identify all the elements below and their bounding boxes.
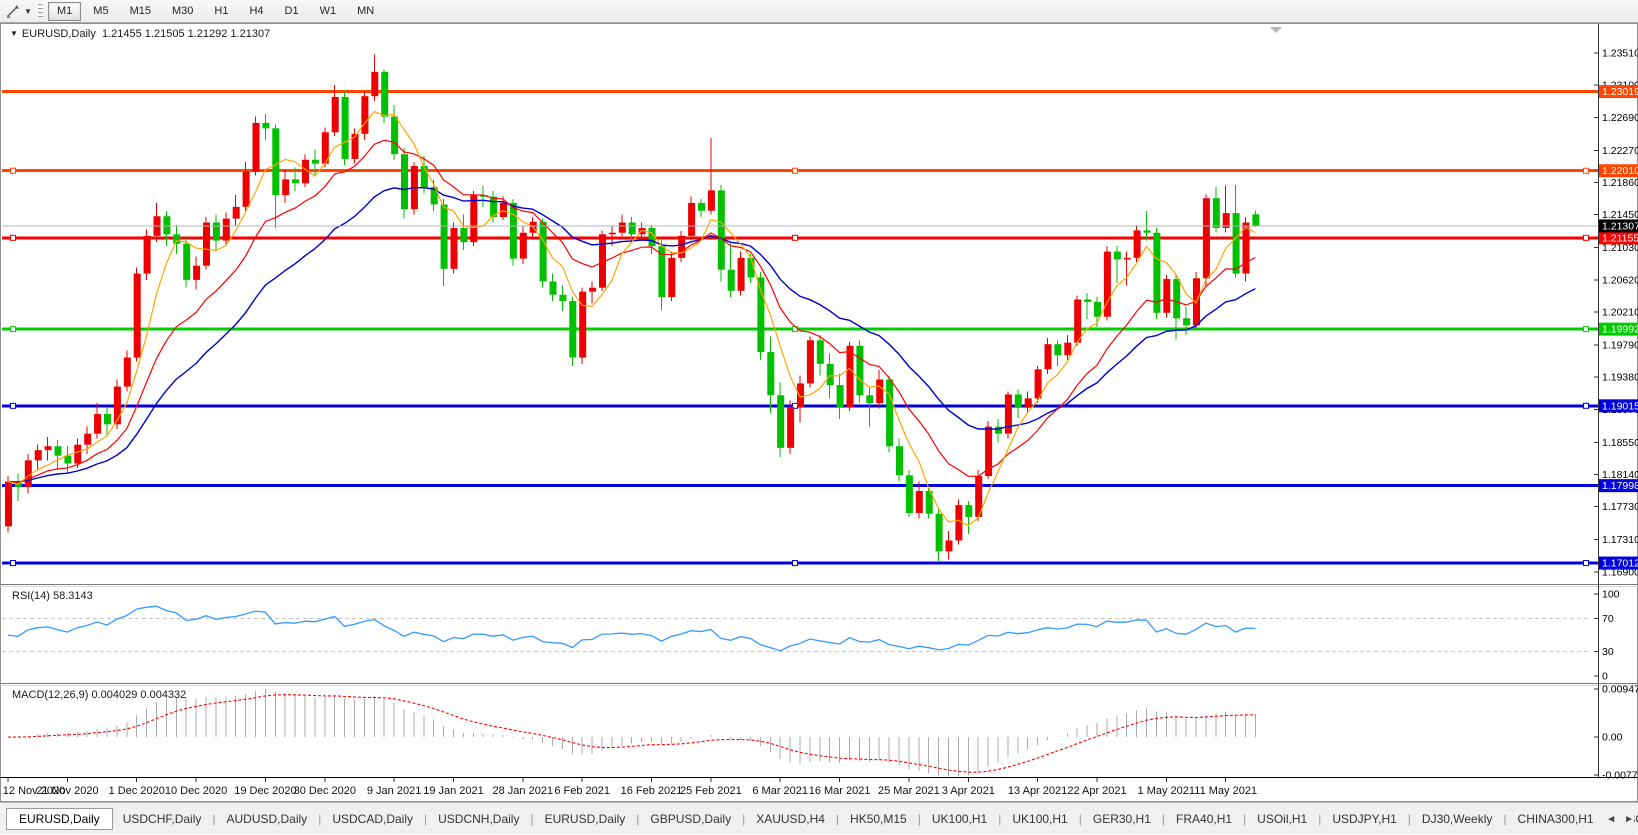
chart-tabs-bar: EURUSD,DailyUSDCHF,Daily|AUDUSD,Daily|US… [0, 802, 1638, 834]
line-studies-icon[interactable] [4, 3, 22, 19]
svg-text:0: 0 [1602, 671, 1608, 683]
svg-text:25 Mar 2021: 25 Mar 2021 [878, 785, 940, 797]
svg-text:1.23019: 1.23019 [1602, 86, 1638, 98]
svg-text:1.23510: 1.23510 [1602, 48, 1638, 60]
svg-text:1.18550: 1.18550 [1602, 437, 1638, 449]
svg-text:16 Feb 2021: 16 Feb 2021 [621, 785, 683, 797]
svg-text:0.009478: 0.009478 [1602, 683, 1638, 695]
svg-text:1.19015: 1.19015 [1602, 400, 1638, 412]
svg-text:28 Jan 2021: 28 Jan 2021 [493, 785, 554, 797]
svg-text:1.21307: 1.21307 [1602, 220, 1638, 232]
chart-tab-5[interactable]: EURUSD,Daily [535, 808, 636, 830]
svg-text:1.22270: 1.22270 [1602, 145, 1638, 157]
svg-text:11 May 2021: 11 May 2021 [1194, 785, 1257, 797]
chart-tab-14[interactable]: USDJPY,H1 [1322, 808, 1406, 830]
chart-tab-12[interactable]: FRA40,H1 [1166, 808, 1242, 830]
svg-text:1.20210: 1.20210 [1602, 307, 1638, 319]
svg-text:0.00: 0.00 [1602, 732, 1623, 744]
tab-scroll-left-icon[interactable]: ◄ [1606, 814, 1616, 825]
dropdown-caret-icon[interactable]: ▼ [22, 7, 34, 16]
timeframe-button-d1[interactable]: D1 [276, 2, 308, 21]
svg-text:1.22690: 1.22690 [1602, 112, 1638, 124]
chart-tab-11[interactable]: GER30,H1 [1083, 808, 1161, 830]
timeframe-button-m1[interactable]: M1 [48, 2, 81, 21]
chart-tab-10[interactable]: UK100,H1 [1002, 808, 1077, 830]
chart-tab-15[interactable]: DJ30,Weekly [1412, 808, 1502, 830]
chart-tab-6[interactable]: GBPUSD,Daily [640, 808, 741, 830]
chart-tab-9[interactable]: UK100,H1 [922, 808, 997, 830]
chart-tabs: EURUSD,DailyUSDCHF,Daily|AUDUSD,Daily|US… [6, 808, 1638, 830]
chart-canvas[interactable]: 1.235101.231001.226901.222701.218601.214… [0, 23, 1638, 802]
svg-text:19 Jan 2021: 19 Jan 2021 [423, 785, 484, 797]
svg-text:16 Mar 2021: 16 Mar 2021 [809, 785, 871, 797]
svg-text:22 Apr 2021: 22 Apr 2021 [1067, 785, 1126, 797]
svg-text:19 Dec 2020: 19 Dec 2020 [234, 785, 296, 797]
svg-text:9 Jan 2021: 9 Jan 2021 [367, 785, 421, 797]
chart-title-text: EURUSD,Daily 1.21455 1.21505 1.21292 1.2… [22, 28, 270, 40]
timeframe-button-w1[interactable]: W1 [311, 2, 346, 21]
svg-text:1.21155: 1.21155 [1602, 232, 1638, 244]
svg-text:1 Dec 2020: 1 Dec 2020 [109, 785, 165, 797]
chart-tab-7[interactable]: XAUUSD,H4 [746, 808, 835, 830]
svg-text:3 Apr 2021: 3 Apr 2021 [942, 785, 995, 797]
svg-text:1.20620: 1.20620 [1602, 274, 1638, 286]
svg-text:1.19992: 1.19992 [1602, 324, 1638, 336]
timeframe-button-mn[interactable]: MN [348, 2, 383, 21]
svg-text:1.19790: 1.19790 [1602, 339, 1638, 351]
chart-tab-4[interactable]: USDCNH,Daily [428, 808, 529, 830]
timeframe-button-h1[interactable]: H1 [205, 2, 237, 21]
rsi-indicator-label: RSI(14) 58.3143 [12, 590, 93, 602]
svg-text:1.22010: 1.22010 [1602, 165, 1638, 177]
svg-text:21 Nov 2020: 21 Nov 2020 [36, 785, 98, 797]
svg-text:10 Dec 2020: 10 Dec 2020 [165, 785, 227, 797]
timeframe-button-m15[interactable]: M15 [121, 2, 160, 21]
timeframe-button-m30[interactable]: M30 [163, 2, 202, 21]
timeframe-button-m5[interactable]: M5 [84, 2, 117, 21]
macd-indicator-label: MACD(12,26,9) 0.004029 0.004332 [12, 689, 186, 701]
timeframe-buttons: M1M5M15M30H1H4D1W1MN [48, 2, 386, 21]
symbol-dropdown-icon[interactable]: ▼ [10, 29, 18, 38]
svg-text:1.17998: 1.17998 [1602, 480, 1638, 492]
svg-text:1 May 2021: 1 May 2021 [1138, 785, 1195, 797]
chart-title: ▼ EURUSD,Daily 1.21455 1.21505 1.21292 1.… [10, 28, 270, 40]
toolbar-grip[interactable] [37, 3, 43, 19]
chart-tab-0[interactable]: EURUSD,Daily [6, 808, 113, 830]
svg-text:70: 70 [1602, 613, 1614, 625]
svg-text:1.17012: 1.17012 [1602, 558, 1638, 570]
pane-frames [0, 24, 1638, 802]
svg-text:25 Feb 2021: 25 Feb 2021 [680, 785, 742, 797]
chart-tab-8[interactable]: HK50,M15 [840, 808, 917, 830]
svg-text:1.21450: 1.21450 [1602, 209, 1638, 221]
chart-tab-2[interactable]: AUDUSD,Daily [217, 808, 318, 830]
chart-tab-1[interactable]: USDCHF,Daily [113, 808, 212, 830]
svg-text:6 Feb 2021: 6 Feb 2021 [554, 785, 610, 797]
svg-text:-0.007778: -0.007778 [1602, 770, 1638, 782]
chart-tab-13[interactable]: USOil,H1 [1247, 808, 1317, 830]
svg-text:30 Dec 2020: 30 Dec 2020 [294, 785, 356, 797]
svg-text:100: 100 [1602, 589, 1620, 601]
chart-window: 1.235101.231001.226901.222701.218601.214… [0, 23, 1638, 802]
svg-text:30: 30 [1602, 646, 1614, 658]
chart-tab-16[interactable]: CHINA300,H1 [1508, 808, 1604, 830]
tab-scroll-arrows: ◄ ► [1600, 803, 1634, 835]
chart-tab-3[interactable]: USDCAD,Daily [322, 808, 423, 830]
tab-scroll-right-icon[interactable]: ► [1624, 814, 1634, 825]
svg-text:1.17730: 1.17730 [1602, 501, 1638, 513]
svg-text:6 Mar 2021: 6 Mar 2021 [752, 785, 808, 797]
svg-text:13 Apr 2021: 13 Apr 2021 [1008, 785, 1067, 797]
svg-text:1.21860: 1.21860 [1602, 177, 1638, 189]
svg-text:1.17310: 1.17310 [1602, 534, 1638, 546]
period-toolbar: ▼ M1M5M15M30H1H4D1W1MN [0, 0, 1638, 23]
svg-text:1.19380: 1.19380 [1602, 372, 1638, 384]
timeframe-button-h4[interactable]: H4 [240, 2, 272, 21]
